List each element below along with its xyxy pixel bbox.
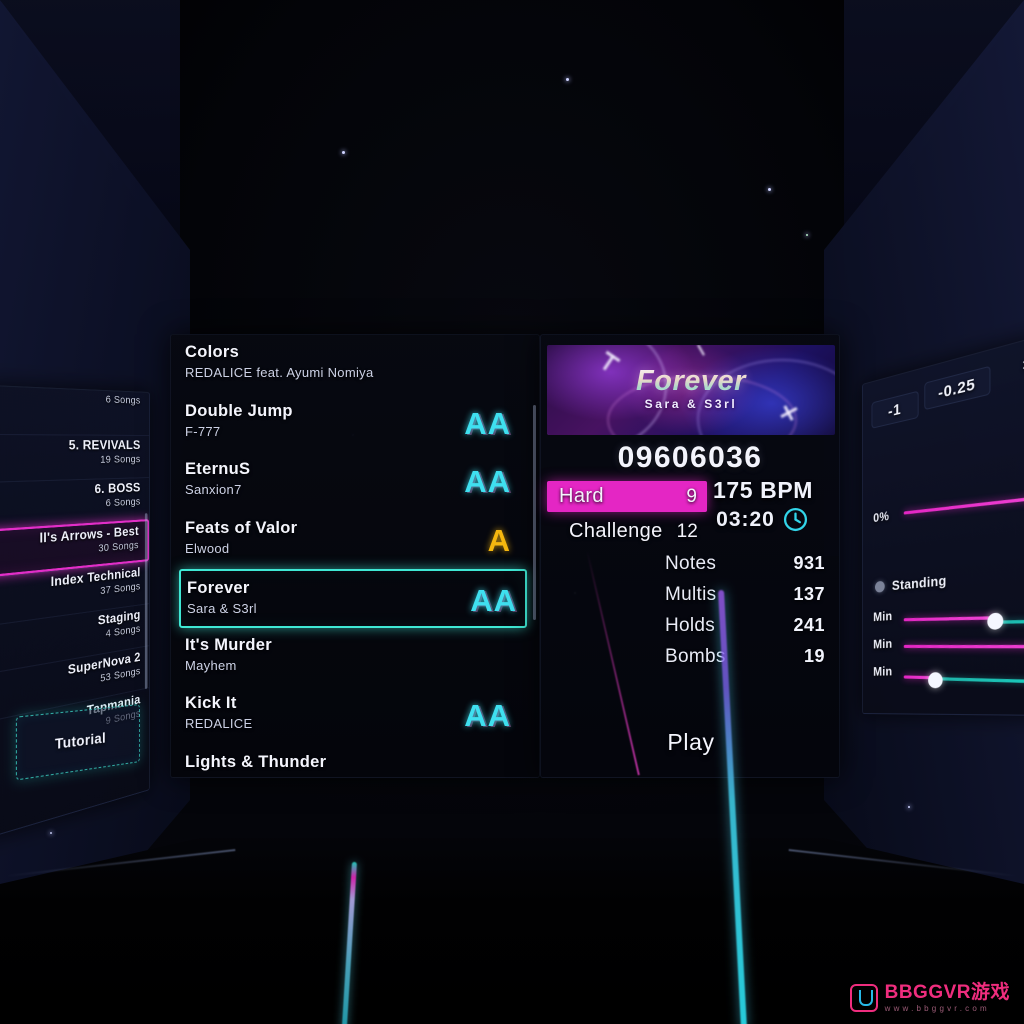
background-star	[908, 806, 910, 808]
options-panel[interactable]: -1 -0.25 × 0% Standing Min Min Min	[862, 332, 1024, 717]
stat-label: Holds	[665, 615, 716, 636]
song-grade: AA	[464, 464, 511, 499]
percent-label: 0%	[873, 508, 890, 526]
duration-group: 03:20	[693, 507, 831, 532]
min-label: Min	[873, 636, 893, 652]
difficulty-name: Hard	[559, 485, 604, 507]
difficulty-option-selected[interactable]: Hard 9	[547, 481, 707, 512]
song-list-item-selected[interactable]: Forever Sara & S3rl AA	[179, 569, 527, 628]
high-score: 09606036	[617, 441, 763, 474]
song-artist: REDALICE feat. Ayumi Nomiya	[185, 365, 374, 380]
song-list-item[interactable]: Feats of Valor Elwood A	[171, 511, 539, 570]
offset-minus-one-chip[interactable]: -1	[871, 390, 919, 429]
song-grade: AA	[470, 583, 517, 618]
pack-list-scrollbar[interactable]	[144, 513, 148, 690]
stat-value: 241	[793, 615, 825, 635]
watermark-brand: BBGGVR游戏	[884, 982, 1010, 1003]
difficulty-name: Challenge	[569, 520, 663, 542]
percent-slider-track[interactable]	[903, 493, 1024, 515]
min-label: Min	[873, 608, 893, 625]
album-art: Forever Sara & S3rl	[547, 345, 835, 435]
clock-icon	[783, 507, 807, 532]
difficulty-option[interactable]: Challenge 12	[547, 516, 707, 547]
song-artist: Mayhem	[185, 657, 237, 673]
song-grade: AA	[464, 405, 511, 441]
difficulty-selector[interactable]: Hard 9 Challenge 12	[547, 481, 707, 551]
stat-row: Bombs 19	[665, 646, 825, 677]
background-star	[806, 234, 808, 236]
stat-value: 931	[793, 553, 825, 573]
song-detail-panel: Forever Sara & S3rl 09606036 Hard 9 Chal…	[540, 334, 840, 778]
song-artist: Elwood	[185, 540, 230, 556]
pack-song-count: 6 Songs	[105, 394, 141, 407]
duration-label: 03:20	[716, 507, 775, 531]
watermark-logo-icon	[849, 984, 878, 1012]
stat-row: Multis 137	[665, 584, 825, 615]
background-star	[566, 78, 569, 81]
song-title: Lights & Thunder	[185, 752, 327, 771]
pack-list-item[interactable]: 5. REVIVALS 19 Songs	[0, 433, 150, 482]
vr-scene: 6 Songs 5. REVIVALS 19 Songs 6. BOSS 6 S…	[0, 0, 1024, 1024]
song-list-scrollbar[interactable]	[533, 405, 536, 620]
song-title: Colors	[185, 343, 240, 361]
offset-minus-quarter-label: -0.25	[938, 374, 976, 403]
min-slider-1-track[interactable]	[903, 616, 995, 622]
song-list-item[interactable]: Double Jump F-777 AA	[171, 394, 539, 453]
background-star	[50, 832, 52, 834]
song-list-item[interactable]: EternuS Sanxion7 AA	[171, 452, 539, 511]
standing-mode-radio[interactable]	[875, 580, 885, 593]
stat-label: Multis	[665, 584, 717, 605]
stat-label: Notes	[665, 553, 717, 574]
play-button-label: Play	[667, 728, 715, 755]
stat-value: 19	[803, 646, 825, 666]
watermark: BBGGVR游戏 www.bbggvr.com	[844, 978, 1016, 1018]
offset-minus-quarter-chip[interactable]: -0.25	[924, 365, 991, 411]
chart-stats: Notes 931 Multis 137 Holds 241 Bombs 19	[665, 553, 825, 677]
song-list-panel[interactable]: Colors REDALICE feat. Ayumi Nomiya Doubl…	[170, 334, 540, 778]
pack-song-count: 19 Songs	[100, 454, 141, 466]
min-slider-2-track[interactable]	[903, 644, 1024, 649]
min-slider-3-knob[interactable]	[928, 672, 943, 689]
album-art-title: Forever	[547, 365, 835, 398]
pack-list-item[interactable]: 6 Songs	[0, 386, 149, 435]
song-grade: A	[487, 522, 511, 558]
stat-row: Notes 931	[665, 553, 825, 584]
stat-value: 137	[793, 584, 825, 604]
stat-row: Holds 241	[665, 615, 825, 646]
album-art-artist: Sara & S3rl	[644, 397, 738, 411]
watermark-text: BBGGVR游戏 www.bbggvr.com	[885, 983, 1010, 1013]
song-list-item[interactable]: Colors REDALICE feat. Ayumi Nomiya	[171, 335, 539, 394]
pack-name: 5. REVIVALS	[68, 437, 141, 453]
min-slider-1-knob[interactable]	[987, 612, 1004, 631]
background-star	[768, 188, 771, 191]
offset-minus-one-label: -1	[888, 399, 902, 421]
offset-more-chip[interactable]: ×	[999, 341, 1024, 385]
song-grade: AA	[464, 698, 511, 733]
standing-mode-label: Standing	[891, 572, 947, 594]
song-list-item[interactable]: Kick It REDALICE AA	[171, 686, 539, 745]
song-list-item[interactable]: Lights & Thunder	[171, 745, 539, 771]
song-title: Feats of Valor	[185, 518, 298, 537]
bpm-label: 175 BPM	[712, 477, 814, 503]
song-title: It's Murder	[185, 635, 272, 654]
min-label: Min	[873, 664, 893, 679]
stat-label: Bombs	[665, 646, 726, 667]
watermark-url: www.bbggvr.com	[884, 1004, 990, 1013]
tutorial-button-label: Tutorial	[54, 729, 106, 753]
background-star	[342, 151, 345, 154]
song-list-item[interactable]: It's Murder Mayhem	[171, 628, 539, 687]
min-slider-3-remainder[interactable]	[935, 677, 1024, 684]
